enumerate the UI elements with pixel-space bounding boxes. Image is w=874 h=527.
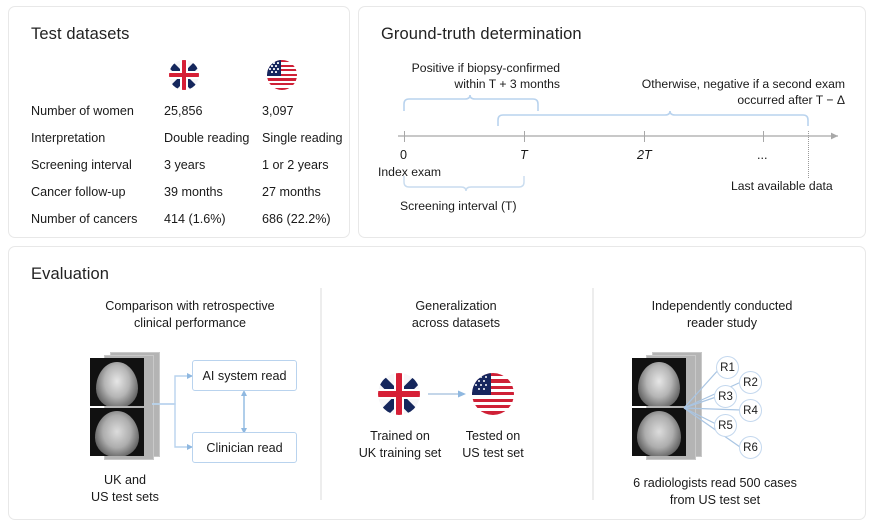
section-title-comparison-line1: Comparison with retrospective <box>70 298 310 315</box>
tick-T <box>524 131 525 142</box>
reader-circle-r3: R3 <box>714 385 737 408</box>
reader-circle-r4: R4 <box>739 399 762 422</box>
caption-generalization-target-line2: US test set <box>443 445 543 462</box>
tick-label-0: 0 <box>400 148 407 162</box>
caption-generalization-target-line1: Tested on <box>443 428 543 445</box>
section-title-reader-study-line1: Independently conducted <box>612 298 832 315</box>
uk-flag-icon-generalization <box>378 373 420 415</box>
page-title-test-datasets: Test datasets <box>31 25 130 44</box>
row-uk-3: 39 months <box>164 185 223 199</box>
section-title-generalization-line2: across datasets <box>356 315 556 332</box>
tick-0 <box>404 131 405 142</box>
mammogram-view-mlo <box>90 408 144 456</box>
index-exam-label: Index exam <box>378 165 441 181</box>
row-label-2: Screening interval <box>31 158 132 172</box>
uk-flag-icon <box>169 60 199 90</box>
last-available-data-label: Last available data <box>731 179 833 195</box>
caption-generalization-source-line2: UK training set <box>345 445 455 462</box>
mammogram-stack-comparison <box>88 352 163 462</box>
page-title-evaluation: Evaluation <box>31 265 109 284</box>
reader-circle-r5: R5 <box>714 414 737 437</box>
caption-reader-study-line1: 6 radiologists read 500 cases <box>600 475 830 492</box>
divider-1 <box>320 288 322 500</box>
row-label-4: Number of cancers <box>31 212 137 226</box>
note-positive-line1: Positive if biopsy-confirmed <box>390 61 560 77</box>
row-uk-2: 3 years <box>164 158 205 172</box>
row-label-1: Interpretation <box>31 131 105 145</box>
reader-circle-r1: R1 <box>716 356 739 379</box>
box-clinician-read[interactable]: Clinician read <box>192 432 297 463</box>
note-negative-line2: occurred after T − Δ <box>565 93 845 109</box>
note-negative-line1: Otherwise, negative if a second exam <box>565 77 845 93</box>
row-uk-0: 25,856 <box>164 104 203 118</box>
mammogram-stack-reader-study <box>630 352 705 462</box>
us-flag-icon <box>267 60 297 90</box>
caption-comparison-line1: UK and <box>60 472 190 489</box>
reader-circle-r2: R2 <box>739 371 762 394</box>
box-ai-system-read[interactable]: AI system read <box>192 360 297 391</box>
note-positive-line2: within T + 3 months <box>390 77 560 93</box>
row-us-3: 27 months <box>262 185 321 199</box>
row-uk-4: 414 (1.6%) <box>164 212 226 226</box>
caption-generalization-source-line1: Trained on <box>345 428 455 445</box>
tick-label-T: T <box>520 148 528 162</box>
reader-circle-r6: R6 <box>739 436 762 459</box>
row-label-0: Number of women <box>31 104 134 118</box>
last-data-dotted-line <box>808 131 809 178</box>
page-title-ground-truth: Ground-truth determination <box>381 25 582 44</box>
caption-reader-study-line2: from US test set <box>600 492 830 509</box>
section-title-reader-study-line2: reader study <box>612 315 832 332</box>
section-title-generalization-line1: Generalization <box>356 298 556 315</box>
row-us-4: 686 (22.2%) <box>262 212 331 226</box>
test-datasets-card: Test datasets Number of women 25,856 3,0… <box>8 6 350 238</box>
divider-2 <box>592 288 594 500</box>
caption-comparison-line2: US test sets <box>60 489 190 506</box>
row-uk-1: Double reading <box>164 131 249 145</box>
mammogram-view-cc <box>90 358 144 406</box>
mammogram-view-mlo-reader <box>632 408 686 456</box>
tick-label-2T: 2T <box>637 148 652 162</box>
row-label-3: Cancer follow-up <box>31 185 126 199</box>
tick-2T <box>644 131 645 142</box>
section-title-comparison-line2: clinical performance <box>70 315 310 332</box>
row-us-2: 1 or 2 years <box>262 158 329 172</box>
row-us-1: Single reading <box>262 131 343 145</box>
row-us-0: 3,097 <box>262 104 294 118</box>
tick-label-ellipsis: ... <box>757 148 768 162</box>
tick-ellipsis <box>763 131 764 142</box>
screening-interval-label: Screening interval (T) <box>400 199 517 215</box>
mammogram-view-cc-reader <box>632 358 686 406</box>
us-flag-icon-generalization <box>472 373 514 415</box>
